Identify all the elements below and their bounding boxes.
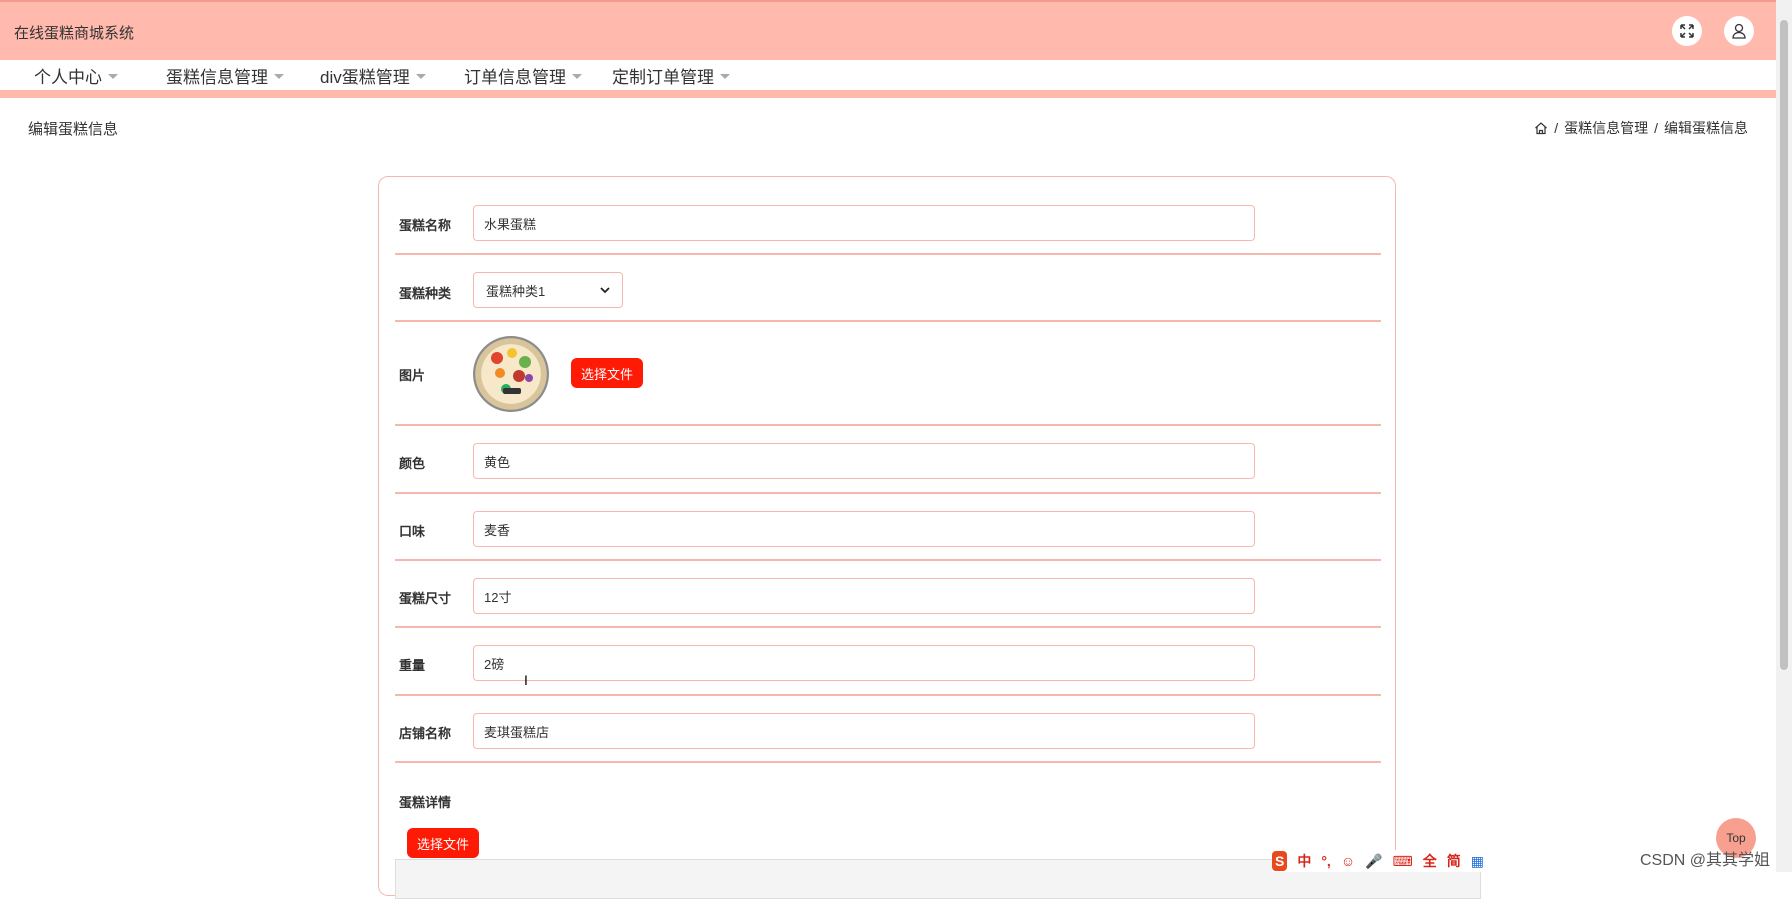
- caret-down-icon: [415, 74, 426, 79]
- ime-chinese-mode[interactable]: 中: [1297, 851, 1311, 871]
- cake-image: [473, 336, 549, 412]
- cake-name-input[interactable]: [473, 205, 1255, 241]
- page-title: 编辑蛋糕信息: [28, 121, 119, 138]
- breadcrumb-separator: /: [1654, 120, 1658, 136]
- nav-item-cake-info[interactable]: 蛋糕信息管理: [166, 63, 284, 88]
- weight-input[interactable]: [473, 645, 1255, 681]
- form-row-image: 图片 选择文件: [395, 320, 1381, 426]
- ime-simplified[interactable]: 简: [1447, 851, 1461, 871]
- shop-name-input[interactable]: [473, 713, 1255, 749]
- color-input[interactable]: [473, 443, 1255, 479]
- watermark: CSDN @其其学姐: [1640, 852, 1771, 869]
- text-cursor-icon: I: [524, 672, 528, 688]
- nav-item-custom-orders[interactable]: 定制订单管理: [612, 63, 730, 88]
- name-label: 蛋糕名称: [399, 218, 452, 233]
- flavor-label: 口味: [399, 524, 426, 539]
- app-title: 在线蛋糕商城系统: [14, 25, 135, 42]
- caret-down-icon: [108, 74, 118, 79]
- image-label: 图片: [399, 368, 426, 383]
- detail-upload-button[interactable]: 选择文件: [407, 828, 480, 858]
- nav-item-personal-center[interactable]: 个人中心: [34, 63, 118, 88]
- ime-fullwidth[interactable]: 全: [1423, 851, 1437, 871]
- caret-down-icon: [572, 74, 582, 79]
- top-header: 在线蛋糕商城系统: [0, 0, 1776, 60]
- form-row-flavor: 口味: [395, 492, 1381, 561]
- ime-punctuation[interactable]: °,: [1321, 853, 1331, 869]
- form-row-size: 蛋糕尺寸: [395, 559, 1381, 628]
- form-row-shop: 店铺名称: [395, 694, 1381, 763]
- user-button[interactable]: [1724, 16, 1754, 46]
- edit-form: 蛋糕名称 蛋糕种类 蛋糕种类1 图片 选择文件 颜色 口味 蛋糕尺寸: [378, 176, 1481, 899]
- size-input[interactable]: [473, 578, 1255, 614]
- user-icon: [1732, 23, 1746, 39]
- ime-toolbar[interactable]: S 中 °, ☺ 🎤 ⌨ 全 简 ▦: [1272, 850, 1484, 872]
- caret-down-icon: [720, 74, 730, 79]
- image-upload-button[interactable]: 选择文件: [571, 358, 644, 388]
- microphone-icon[interactable]: 🎤: [1365, 853, 1382, 870]
- detail-label: 蛋糕详情: [399, 795, 452, 810]
- size-label: 蛋糕尺寸: [399, 591, 452, 606]
- scrollbar-thumb[interactable]: [1780, 20, 1788, 670]
- breadcrumb-current: 编辑蛋糕信息: [1664, 120, 1748, 136]
- fullscreen-icon: [1680, 24, 1694, 38]
- keyboard-icon[interactable]: ⌨: [1393, 853, 1413, 870]
- form-row-name: 蛋糕名称: [395, 177, 1381, 255]
- nav-item-div-cake[interactable]: div蛋糕管理: [320, 63, 426, 88]
- form-row-type: 蛋糕种类 蛋糕种类1: [395, 253, 1381, 322]
- type-label: 蛋糕种类: [399, 286, 452, 301]
- flavor-input[interactable]: [473, 511, 1255, 547]
- ime-grid-icon[interactable]: ▦: [1471, 853, 1484, 870]
- form-row-color: 颜色: [395, 424, 1381, 494]
- chevron-down-icon: [600, 287, 610, 294]
- breadcrumb: / 蛋糕信息管理 / 编辑蛋糕信息: [1534, 118, 1748, 138]
- sogou-logo-icon: S: [1272, 851, 1288, 871]
- main-nav: 个人中心 蛋糕信息管理 div蛋糕管理 订单信息管理 定制订单管理: [0, 60, 1776, 98]
- nav-item-orders[interactable]: 订单信息管理: [464, 63, 582, 88]
- breadcrumb-separator: /: [1554, 120, 1559, 136]
- color-label: 颜色: [399, 456, 426, 471]
- form-row-weight: 重量: [395, 626, 1381, 696]
- caret-down-icon: [274, 74, 284, 79]
- weight-label: 重量: [399, 658, 426, 673]
- shop-label: 店铺名称: [399, 726, 452, 741]
- emoji-icon[interactable]: ☺: [1341, 853, 1355, 869]
- fullscreen-button[interactable]: [1672, 16, 1702, 46]
- cake-type-select[interactable]: 蛋糕种类1: [473, 272, 623, 308]
- home-icon[interactable]: [1534, 121, 1548, 135]
- breadcrumb-cake-info[interactable]: 蛋糕信息管理: [1564, 118, 1648, 138]
